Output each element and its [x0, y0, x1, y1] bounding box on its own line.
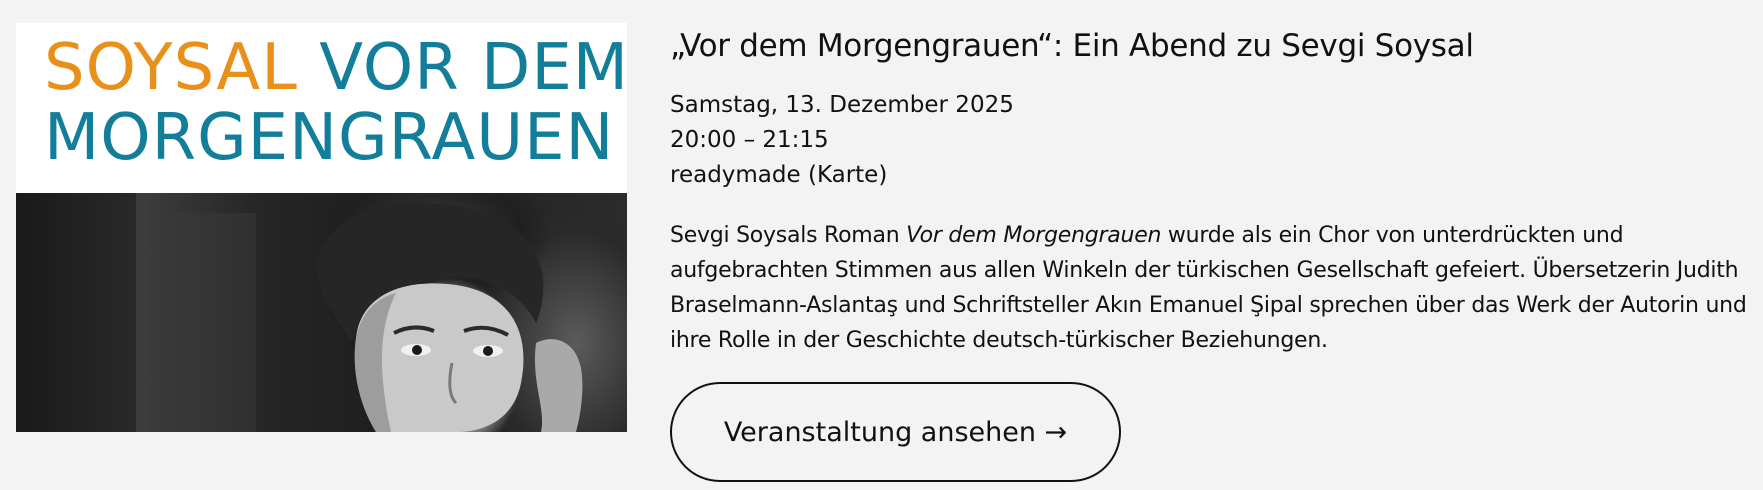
event-meta: Samstag, 13. Dezember 2025 20:00 – 21:15… [670, 88, 1370, 193]
description-line: Sevgi Soysals Roman Vor dem Morgengrauen… [670, 218, 1750, 253]
view-event-button[interactable]: Veranstaltung ansehen → [670, 382, 1121, 482]
event-title[interactable]: „Vor dem Morgengrauen“: Ein Abend zu Sev… [670, 24, 1730, 68]
portrait-photo [16, 193, 627, 432]
poster-title-part1: VOR DEM [319, 31, 627, 105]
description-text: wurde als ein Chor von unterdrückten und [1161, 223, 1624, 248]
description-text: Sevgi Soysals Roman [670, 223, 907, 248]
event-date: Samstag, 13. Dezember 2025 [670, 92, 1014, 118]
event-time: 20:00 – 21:15 [670, 127, 829, 153]
event-card: SOYSAL VOR DEM MORGENGRAUEN „Vor dem Mor… [0, 0, 1763, 490]
description-line: ihre Rolle in der Geschichte deutsch-tür… [670, 328, 1328, 353]
description-line: Braselmann-Aslantaş und Schriftsteller A… [670, 293, 1747, 318]
event-description: Sevgi Soysals Roman Vor dem Morgengrauen… [670, 218, 1750, 358]
event-image[interactable]: SOYSAL VOR DEM MORGENGRAUEN [16, 23, 627, 432]
poster-title: SOYSAL VOR DEM MORGENGRAUEN [44, 31, 627, 175]
poster-title-author: SOYSAL [44, 31, 298, 105]
book-title: Vor dem Morgengrauen [906, 223, 1162, 248]
description-line: aufgebrachten Stimmen aus allen Winkeln … [670, 258, 1739, 283]
event-location[interactable]: readymade (Karte) [670, 158, 1370, 193]
poster-title-part2: MORGENGRAUEN [44, 101, 615, 175]
